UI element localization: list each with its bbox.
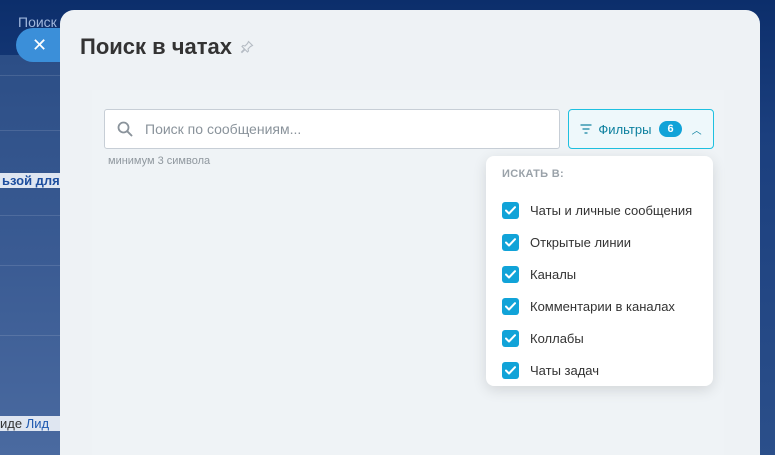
search-input[interactable]	[145, 111, 559, 147]
filter-option-label: Коллабы	[530, 330, 584, 346]
checkbox[interactable]	[502, 265, 519, 283]
background-left-panel	[0, 55, 60, 455]
divider	[0, 265, 60, 266]
filter-options-list: Чаты и личные сообщения Открытые линии К…	[502, 194, 692, 386]
checkmark-icon	[505, 269, 516, 278]
filter-option-channel-comments[interactable]: Комментарии в каналах	[502, 290, 692, 322]
background-text-prefix: иде	[0, 416, 26, 431]
close-icon: ✕	[32, 34, 48, 55]
checkbox[interactable]	[502, 201, 519, 219]
filters-count-badge: 6	[659, 121, 682, 137]
search-box[interactable]	[104, 109, 560, 149]
pin-icon[interactable]	[240, 40, 254, 54]
filter-option-label: Чаты и личные сообщения	[530, 202, 693, 218]
divider	[0, 335, 60, 336]
filter-option-label: Комментарии в каналах	[530, 298, 675, 314]
filters-label: Фильтры	[598, 121, 652, 137]
checkmark-icon	[505, 333, 516, 342]
background-text: иде Лид	[0, 416, 60, 431]
filter-option-open-lines[interactable]: Открытые линии	[502, 226, 692, 258]
checkmark-icon	[505, 365, 516, 374]
filter-option-collabs[interactable]: Коллабы	[502, 322, 692, 354]
divider	[0, 75, 60, 76]
checkmark-icon	[505, 205, 516, 214]
background-link[interactable]: Лид	[26, 416, 49, 431]
filter-option-chats[interactable]: Чаты и личные сообщения	[502, 194, 692, 226]
search-icon	[105, 110, 145, 148]
filter-option-label: Каналы	[530, 266, 577, 282]
background-text: ьзой для	[0, 173, 60, 188]
filters-button[interactable]: Фильтры 6 ︿	[568, 109, 714, 149]
search-hint: минимум 3 символа	[108, 155, 211, 167]
filter-icon	[580, 124, 592, 134]
divider	[0, 215, 60, 216]
divider	[0, 130, 60, 131]
filter-option-label: Открытые линии	[530, 234, 632, 250]
chevron-up-icon: ︿	[691, 125, 702, 137]
checkmark-icon	[505, 301, 516, 310]
checkbox[interactable]	[502, 361, 519, 379]
checkbox[interactable]	[502, 297, 519, 315]
checkbox[interactable]	[502, 329, 519, 347]
filter-option-channels[interactable]: Каналы	[502, 258, 692, 290]
filter-option-label: Чаты задач	[530, 362, 600, 378]
page-title: Поиск в чатах	[80, 34, 233, 59]
filter-option-task-chats[interactable]: Чаты задач	[502, 354, 692, 386]
filters-dropdown: ИСКАТЬ В: Чаты и личные сообщения Открыт…	[486, 156, 713, 386]
checkbox[interactable]	[502, 233, 519, 251]
title-row: Поиск в чатах	[80, 34, 254, 60]
dropdown-heading: ИСКАТЬ В:	[502, 168, 564, 180]
checkmark-icon	[505, 237, 516, 246]
